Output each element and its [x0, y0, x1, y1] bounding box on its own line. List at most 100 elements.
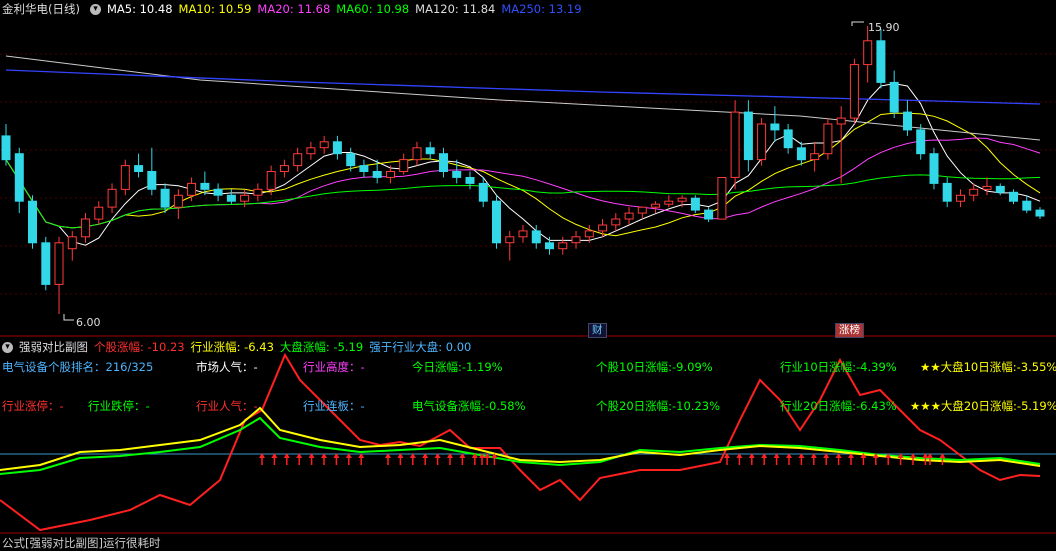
candle [372, 171, 382, 178]
candle [717, 177, 727, 220]
candle [120, 165, 130, 190]
market-mood-label: 市场人气：- [196, 360, 258, 374]
stock-20d-label: 个股20日涨幅:-10.23% [596, 399, 721, 413]
candle [863, 40, 873, 66]
candle [571, 236, 581, 244]
stronger-value: 强于行业大盘: 0.00 [369, 340, 472, 354]
candle [929, 153, 939, 184]
candle [399, 159, 409, 173]
ma5-line [5, 83, 1041, 246]
candle [518, 230, 528, 238]
candle [54, 242, 64, 285]
candle [160, 188, 170, 208]
ma60-label: MA60: 10.98 [336, 2, 410, 16]
candle [332, 141, 342, 155]
candle [306, 147, 316, 155]
candle [664, 200, 674, 205]
industry-limit-up-label: 行业涨停：- [2, 399, 64, 413]
candle [730, 111, 740, 178]
candle [677, 197, 687, 202]
industry-strength-line [0, 406, 1041, 471]
candle [94, 206, 104, 220]
candle [690, 197, 700, 211]
high-pointer [851, 21, 864, 26]
candle [173, 194, 183, 208]
candle [386, 171, 395, 178]
settings-icon[interactable]: ▾ [89, 4, 101, 15]
candle [651, 203, 661, 208]
candle [1, 135, 11, 161]
candle [107, 188, 117, 208]
ma20-line [5, 137, 1041, 229]
industry-20d-label: 行业20日涨幅:-6.43% [780, 399, 897, 413]
candle [624, 212, 634, 220]
candle [916, 129, 926, 155]
candle [637, 206, 647, 214]
candle [545, 242, 554, 250]
candle [995, 185, 1005, 193]
candle [14, 153, 24, 202]
candle [213, 188, 223, 196]
price-chart[interactable] [0, 0, 1056, 550]
candle [889, 81, 899, 113]
zhangbang-tag[interactable]: 涨榜 [835, 323, 864, 338]
candle [452, 171, 462, 178]
candle [783, 129, 793, 149]
candle [982, 185, 992, 190]
candle [439, 153, 448, 172]
market-change: 大盘涨幅: -5.19 [279, 340, 364, 354]
candle [319, 141, 329, 149]
candle [240, 194, 250, 202]
candle [1009, 191, 1018, 202]
candle [412, 147, 422, 161]
candle [558, 242, 568, 250]
market-20d-label: ★★★大盘20日涨幅:-5.19% [910, 399, 1056, 413]
candle [823, 123, 833, 155]
cai-tag[interactable]: 财 [588, 323, 607, 338]
rank-label: 电气设备个股排名：216/325 [2, 360, 154, 374]
candle [465, 177, 475, 184]
candle [67, 236, 77, 250]
status-footer: 公式[强弱对比副图]运行很耗时 [2, 536, 161, 550]
candle [956, 194, 965, 202]
main-header: 金利华电(日线) ▾ MA5: 10.48 MA10: 10.59 MA20: 11.6… [0, 0, 588, 18]
low-pointer [63, 314, 74, 321]
sub-header: ▾ 强弱对比副图 个股涨幅: -10.23 行业涨幅: -6.43 大盘涨幅: -5.1… [0, 338, 477, 356]
industry-height-label: 行业高度：- [303, 360, 365, 374]
sub-settings-icon[interactable]: ▾ [2, 342, 13, 353]
low-price-label: 6.00 [76, 316, 101, 329]
candle [903, 111, 912, 131]
candle [253, 188, 263, 196]
candle [478, 182, 488, 202]
candle [293, 153, 303, 167]
industry-mood-label: 行业人气：- [196, 399, 258, 413]
candle [969, 188, 979, 196]
candle [359, 165, 369, 173]
ma120-label: MA120: 11.84 [415, 2, 496, 16]
industry-today-label: 电气设备涨幅:-0.58% [412, 399, 526, 413]
industry-limit-down-label: 行业跌停：- [88, 399, 150, 413]
ma20-label: MA20: 11.68 [257, 2, 331, 16]
ma5-label: MA5: 10.48 [106, 2, 173, 16]
candle [704, 209, 714, 220]
candle [598, 224, 608, 232]
candle [41, 242, 51, 285]
industry-change: 行业涨幅: -6.43 [190, 340, 274, 354]
candle [505, 236, 515, 244]
candle [346, 153, 356, 167]
industry-board-label: 行业连板：- [303, 399, 365, 413]
candle [757, 123, 767, 161]
candle [226, 194, 236, 202]
candle [134, 165, 144, 173]
sub-title: 强弱对比副图 [19, 340, 88, 354]
ma10-label: MA10: 10.59 [178, 2, 252, 16]
candle [28, 200, 37, 244]
candle [425, 147, 435, 155]
market-10d-label: ★★大盘10日涨幅:-3.55% [920, 360, 1056, 374]
candle [187, 182, 197, 196]
ma10-line [5, 112, 1041, 237]
candle [611, 218, 621, 226]
candle [492, 200, 501, 244]
stock-10d-label: 个股10日涨幅:-9.09% [596, 360, 713, 374]
candle [531, 230, 541, 244]
